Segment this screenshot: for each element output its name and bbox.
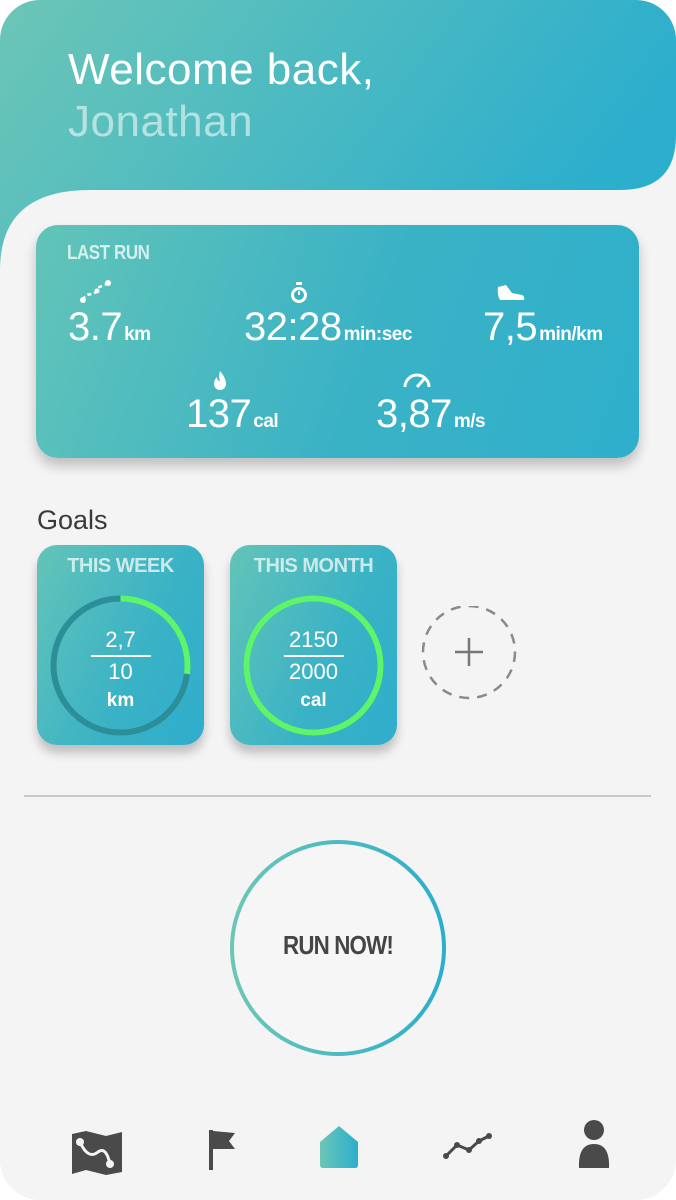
goal-month-target: 2000 xyxy=(289,658,338,684)
user-name: Jonathan xyxy=(68,97,254,146)
greeting: Welcome back, Jonathan xyxy=(68,44,374,148)
goal-week-target: 10 xyxy=(108,658,133,684)
speed-unit: m/s xyxy=(453,411,486,432)
app-screen: Welcome back, Jonathan LAST RUN 3.7 km 32… xyxy=(0,0,676,1200)
duration-stat: 32:28 min:sec xyxy=(244,305,412,350)
shoe-icon xyxy=(497,285,525,300)
add-goal-button[interactable] xyxy=(421,606,517,702)
goal-week-title: THIS WEEK xyxy=(67,555,174,577)
distance-stat: 3.7 km xyxy=(68,305,151,350)
plus-icon xyxy=(455,638,483,666)
calories-stat: 137 cal xyxy=(186,392,279,437)
run-now-label: RUN NOW! xyxy=(283,930,394,960)
map-icon[interactable] xyxy=(70,1130,124,1176)
goal-month-unit: cal xyxy=(300,689,327,711)
speed-stat: 3,87 m/s xyxy=(376,392,486,437)
greeting-title: Welcome back, xyxy=(68,45,375,94)
distance-value: 3.7 xyxy=(68,305,123,349)
goal-week-fraction: 2,7 10 km xyxy=(37,625,204,715)
flame-icon xyxy=(214,371,226,390)
pace-value: 7,5 xyxy=(483,305,538,349)
goals-heading: Goals xyxy=(37,505,108,535)
duration-value: 32:28 xyxy=(244,305,342,349)
goal-month-current: 2150 xyxy=(289,627,338,652)
flag-icon[interactable] xyxy=(207,1128,239,1172)
last-run-title: LAST RUN xyxy=(67,242,150,264)
speed-value: 3,87 xyxy=(376,392,452,436)
stopwatch-icon xyxy=(291,282,307,303)
stats-line-icon[interactable] xyxy=(443,1132,493,1162)
speedometer-icon xyxy=(403,373,431,388)
profile-icon[interactable] xyxy=(577,1118,611,1170)
distance-unit: km xyxy=(124,324,151,345)
route-icon xyxy=(80,280,111,303)
goal-week-unit: km xyxy=(106,689,135,711)
calories-value: 137 xyxy=(186,392,252,436)
goal-month-title: THIS MONTH xyxy=(253,555,374,577)
goal-card-month[interactable]: THIS MONTH 2150 2000 cal xyxy=(230,545,397,745)
last-run-card[interactable]: LAST RUN 3.7km 32:28min:sec 7,5min/km xyxy=(36,225,639,458)
goal-week-current: 2,7 xyxy=(105,627,136,652)
pace-stat: 7,5 min/km xyxy=(483,305,603,350)
calories-unit: cal xyxy=(253,411,279,432)
pace-unit: min/km xyxy=(539,324,603,345)
duration-unit: min:sec xyxy=(343,324,413,345)
goal-card-week[interactable]: THIS WEEK 2,7 10 km xyxy=(37,545,204,745)
section-divider xyxy=(24,795,651,797)
run-now-button[interactable]: RUN NOW! xyxy=(228,838,448,1058)
home-icon[interactable] xyxy=(319,1125,359,1169)
goal-month-fraction: 2150 2000 cal xyxy=(230,625,397,715)
